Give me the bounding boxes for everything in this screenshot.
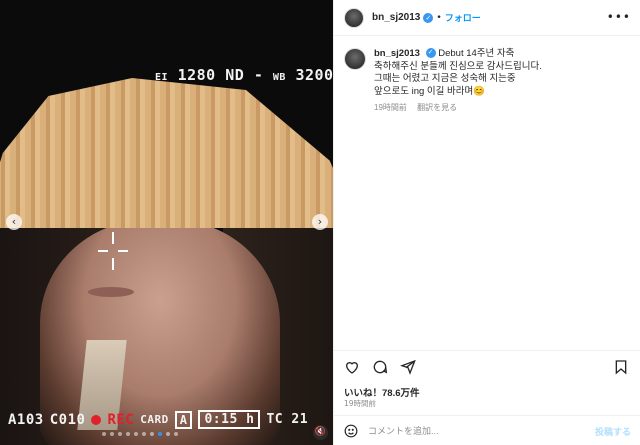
post-time[interactable]: 19時間前: [344, 398, 376, 409]
carousel-dot: [166, 432, 170, 436]
hud-iso-value: 1280: [177, 66, 216, 84]
hud-remaining-time: 0:15 h: [198, 410, 261, 429]
carousel-dot: [134, 432, 138, 436]
camera-hud-bottom: A103 C010 REC CARD A 0:15 h TC 21: [8, 410, 308, 429]
post-actions: いいね！78.6万件 19時間前 投稿する: [334, 350, 640, 445]
hud-card-slot: A: [174, 410, 193, 429]
hud-rec: REC: [107, 411, 135, 428]
post-header: bn_sj2013 ✓ • フォロー •••: [334, 0, 640, 36]
caption-line: 앞으로도 ing 이길 바라며😊: [374, 85, 486, 97]
verified-badge-icon: ✓: [423, 12, 434, 23]
hud-clip-c: C010: [49, 411, 86, 428]
caption-avatar[interactable]: [344, 48, 366, 70]
header-username[interactable]: bn_sj2013: [372, 12, 420, 23]
verified-badge-icon: ✓: [425, 48, 436, 59]
hud-card-label: CARD: [140, 413, 169, 426]
carousel-dot: [126, 432, 130, 436]
carousel-dot: [118, 432, 122, 436]
header-separator: •: [436, 12, 442, 23]
comment-icon[interactable]: [372, 359, 388, 375]
likes-count[interactable]: いいね！78.6万件: [344, 385, 420, 399]
bookmark-icon[interactable]: [613, 359, 629, 375]
hud-timecode: TC 21: [266, 412, 309, 427]
caption-meta: 19時間前 翻訳を見る: [374, 102, 542, 115]
carousel-dot: [174, 432, 178, 436]
carousel-dot: [110, 432, 114, 436]
comment-input[interactable]: [368, 426, 595, 436]
chevron-left-icon[interactable]: ‹: [6, 214, 22, 230]
carousel-dot: [158, 432, 162, 436]
emoji-icon[interactable]: [344, 424, 358, 438]
caption-line: 축하해주신 분들께 진심으로 감사드립니다.: [374, 60, 542, 72]
post-side-panel: bn_sj2013 ✓ • フォロー ••• bn_sj2013 ✓ Debut…: [333, 0, 640, 445]
chevron-right-icon[interactable]: ›: [312, 214, 328, 230]
carousel-dot: [102, 432, 106, 436]
mute-icon[interactable]: 🔇: [313, 425, 328, 440]
heart-icon[interactable]: [344, 359, 360, 375]
hud-ei-label: EI: [155, 72, 169, 83]
rec-dot-icon: [91, 414, 102, 425]
post-modal: EI 1280 ND - WB 3200 K A103 C010 REC CAR…: [0, 0, 640, 445]
avatar[interactable]: [344, 7, 364, 28]
camera-hud-top: EI 1280 ND - WB 3200 K: [155, 66, 333, 84]
caption-username[interactable]: bn_sj2013: [374, 48, 420, 59]
more-options-icon[interactable]: •••: [607, 10, 631, 24]
hud-clip-a: A103: [8, 411, 44, 428]
hud-wb-value: 3200 K: [295, 66, 333, 84]
caption-body: bn_sj2013 ✓ Debut 14주년 자축 축하해주신 분들께 진심으로…: [374, 48, 542, 115]
translate-link[interactable]: 翻訳を見る: [417, 103, 457, 112]
comment-bar: 投稿する: [334, 415, 640, 445]
caption-time[interactable]: 19時間前: [374, 103, 407, 112]
post-media[interactable]: EI 1280 ND - WB 3200 K A103 C010 REC CAR…: [0, 0, 333, 445]
action-icons: [344, 359, 416, 375]
share-icon[interactable]: [400, 359, 416, 375]
hud-wb-label: WB: [272, 72, 286, 83]
carousel-dot: [142, 432, 146, 436]
focus-crosshair-icon: [98, 232, 128, 272]
caption-line: 그때는 어렸고 지금은 성숙해 지는중: [374, 73, 516, 84]
post-comment-button[interactable]: 投稿する: [595, 425, 631, 438]
caption: bn_sj2013 ✓ Debut 14주년 자축 축하해주신 분들께 진심으로…: [344, 48, 634, 115]
caption-line: Debut 14주년 자축: [438, 48, 515, 59]
lips: [88, 287, 134, 297]
hud-nd-value: ND -: [225, 66, 264, 84]
straw-hat: [0, 78, 333, 228]
follow-button[interactable]: フォロー: [445, 11, 481, 24]
carousel-dots: [102, 432, 178, 436]
carousel-dot: [150, 432, 154, 436]
